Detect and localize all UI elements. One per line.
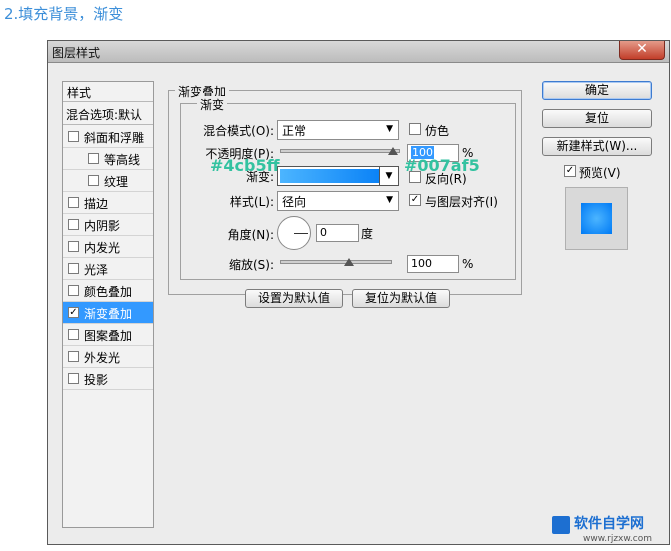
watermark-text: 软件自学网 <box>574 516 644 532</box>
style-item[interactable]: 外发光 <box>63 346 153 368</box>
scale-value: 100 <box>411 257 432 270</box>
reset-button[interactable]: 复位 <box>542 109 652 128</box>
angle-dial[interactable] <box>277 216 311 250</box>
watermark-logo <box>552 516 570 534</box>
blend-mode-label: 混合模式(O): <box>203 124 274 138</box>
ok-button[interactable]: 确定 <box>542 81 652 100</box>
dither-label: 仿色 <box>425 124 450 138</box>
close-icon: ✕ <box>636 41 648 57</box>
angle-input[interactable]: 0 <box>316 224 359 242</box>
style-item[interactable]: 图案叠加 <box>63 324 153 346</box>
dither-checkbox[interactable] <box>409 123 421 135</box>
preview-checkbox[interactable]: ✓ <box>564 165 576 177</box>
style-item[interactable]: 描边 <box>63 192 153 214</box>
style-value: 径向 <box>282 195 307 209</box>
check-icon: ✓ <box>565 165 575 176</box>
style-item-label: 投影 <box>84 373 109 387</box>
style-item-label: 外发光 <box>84 351 121 365</box>
style-item-label: 图案叠加 <box>84 329 133 343</box>
align-label: 与图层对齐(I) <box>425 195 498 209</box>
chevron-down-icon: ▼ <box>386 195 393 205</box>
styles-header[interactable]: 样式 <box>63 82 153 102</box>
watermark-url: www.rjzxw.com <box>583 534 652 544</box>
reset-default-button[interactable]: 复位为默认值 <box>352 289 450 308</box>
style-checkbox[interactable] <box>68 285 79 296</box>
gradient-subgroup-title: 渐变 <box>197 96 228 113</box>
styles-list: 样式 混合选项:默认 斜面和浮雕等高线纹理描边内阴影内发光光泽颜色叠加 ✓ 渐变叠加… <box>62 81 154 528</box>
style-item[interactable]: 内阴影 <box>63 214 153 236</box>
scale-slider-thumb[interactable] <box>344 258 354 266</box>
style-item-label: 斜面和浮雕 <box>84 131 145 145</box>
style-item[interactable]: 颜色叠加 <box>63 280 153 302</box>
preview-label: 预览(V) <box>579 166 621 180</box>
scale-slider-track[interactable] <box>280 260 392 264</box>
style-checkbox[interactable] <box>68 131 79 142</box>
style-item[interactable]: ✓ 渐变叠加 <box>63 302 153 324</box>
style-item-label: 内发光 <box>84 241 121 255</box>
style-label: 样式(L): <box>229 195 274 209</box>
style-item[interactable]: 纹理 <box>63 170 153 192</box>
check-icon: ✓ <box>410 194 420 205</box>
style-checkbox[interactable] <box>68 197 79 208</box>
blending-options-item[interactable]: 混合选项:默认 <box>63 103 153 125</box>
style-item-label: 描边 <box>84 197 109 211</box>
layer-style-dialog: 图层样式 ✕ 样式 混合选项:默认 斜面和浮雕等高线纹理描边内阴影内发光光泽颜色… <box>47 40 670 545</box>
style-item[interactable]: 等高线 <box>63 148 153 170</box>
preview-swatch <box>581 203 612 234</box>
step-heading: 2.填充背景，渐变 <box>4 5 124 23</box>
angle-label: 角度(N): <box>227 228 274 242</box>
scale-label: 缩放(S): <box>228 258 274 272</box>
style-item-label: 颜色叠加 <box>84 285 133 299</box>
style-checkbox[interactable] <box>88 153 99 164</box>
style-select[interactable]: 径向 ▼ <box>277 191 399 211</box>
gradient-dropdown-button[interactable]: ▼ <box>379 166 399 186</box>
style-item[interactable]: 斜面和浮雕 <box>63 126 153 148</box>
style-checkbox[interactable] <box>68 351 79 362</box>
style-item-label: 渐变叠加 <box>84 307 133 321</box>
style-item[interactable]: 投影 <box>63 368 153 390</box>
chevron-down-icon: ▼ <box>385 171 393 181</box>
chevron-down-icon: ▼ <box>386 124 393 134</box>
style-checkbox[interactable] <box>88 175 99 186</box>
style-checkbox[interactable] <box>68 263 79 274</box>
style-item[interactable]: 光泽 <box>63 258 153 280</box>
style-checkbox[interactable] <box>68 241 79 252</box>
style-checkbox[interactable] <box>68 373 79 384</box>
preview-thumbnail <box>565 187 628 250</box>
blend-mode-select[interactable]: 正常 ▼ <box>277 120 399 140</box>
new-style-button[interactable]: 新建样式(W)... <box>542 137 652 156</box>
scale-input[interactable]: 100 <box>407 255 459 273</box>
annotation-end-color: #007af5 <box>404 156 480 175</box>
make-default-button[interactable]: 设置为默认值 <box>245 289 343 308</box>
close-button[interactable]: ✕ <box>619 41 665 60</box>
style-item-label: 内阴影 <box>84 219 121 233</box>
style-item-label: 纹理 <box>104 175 129 189</box>
style-checkbox[interactable]: ✓ <box>68 307 79 318</box>
opacity-slider-thumb[interactable] <box>388 147 398 155</box>
style-item[interactable]: 内发光 <box>63 236 153 258</box>
angle-unit: 度 <box>361 227 374 241</box>
style-item-label: 等高线 <box>104 153 141 167</box>
style-checkbox[interactable] <box>68 329 79 340</box>
style-item-label: 光泽 <box>84 263 109 277</box>
style-checkbox[interactable] <box>68 219 79 230</box>
dialog-titlebar[interactable]: 图层样式 ✕ <box>48 41 669 63</box>
scale-unit: % <box>462 257 474 271</box>
opacity-slider-track[interactable] <box>280 149 400 153</box>
annotation-start-color: #4cb5ff <box>210 156 280 175</box>
blend-mode-value: 正常 <box>282 124 307 138</box>
align-checkbox[interactable]: ✓ <box>409 194 421 206</box>
dialog-title: 图层样式 <box>52 46 101 60</box>
angle-value: 0 <box>320 226 327 239</box>
angle-dial-indicator <box>294 233 308 234</box>
